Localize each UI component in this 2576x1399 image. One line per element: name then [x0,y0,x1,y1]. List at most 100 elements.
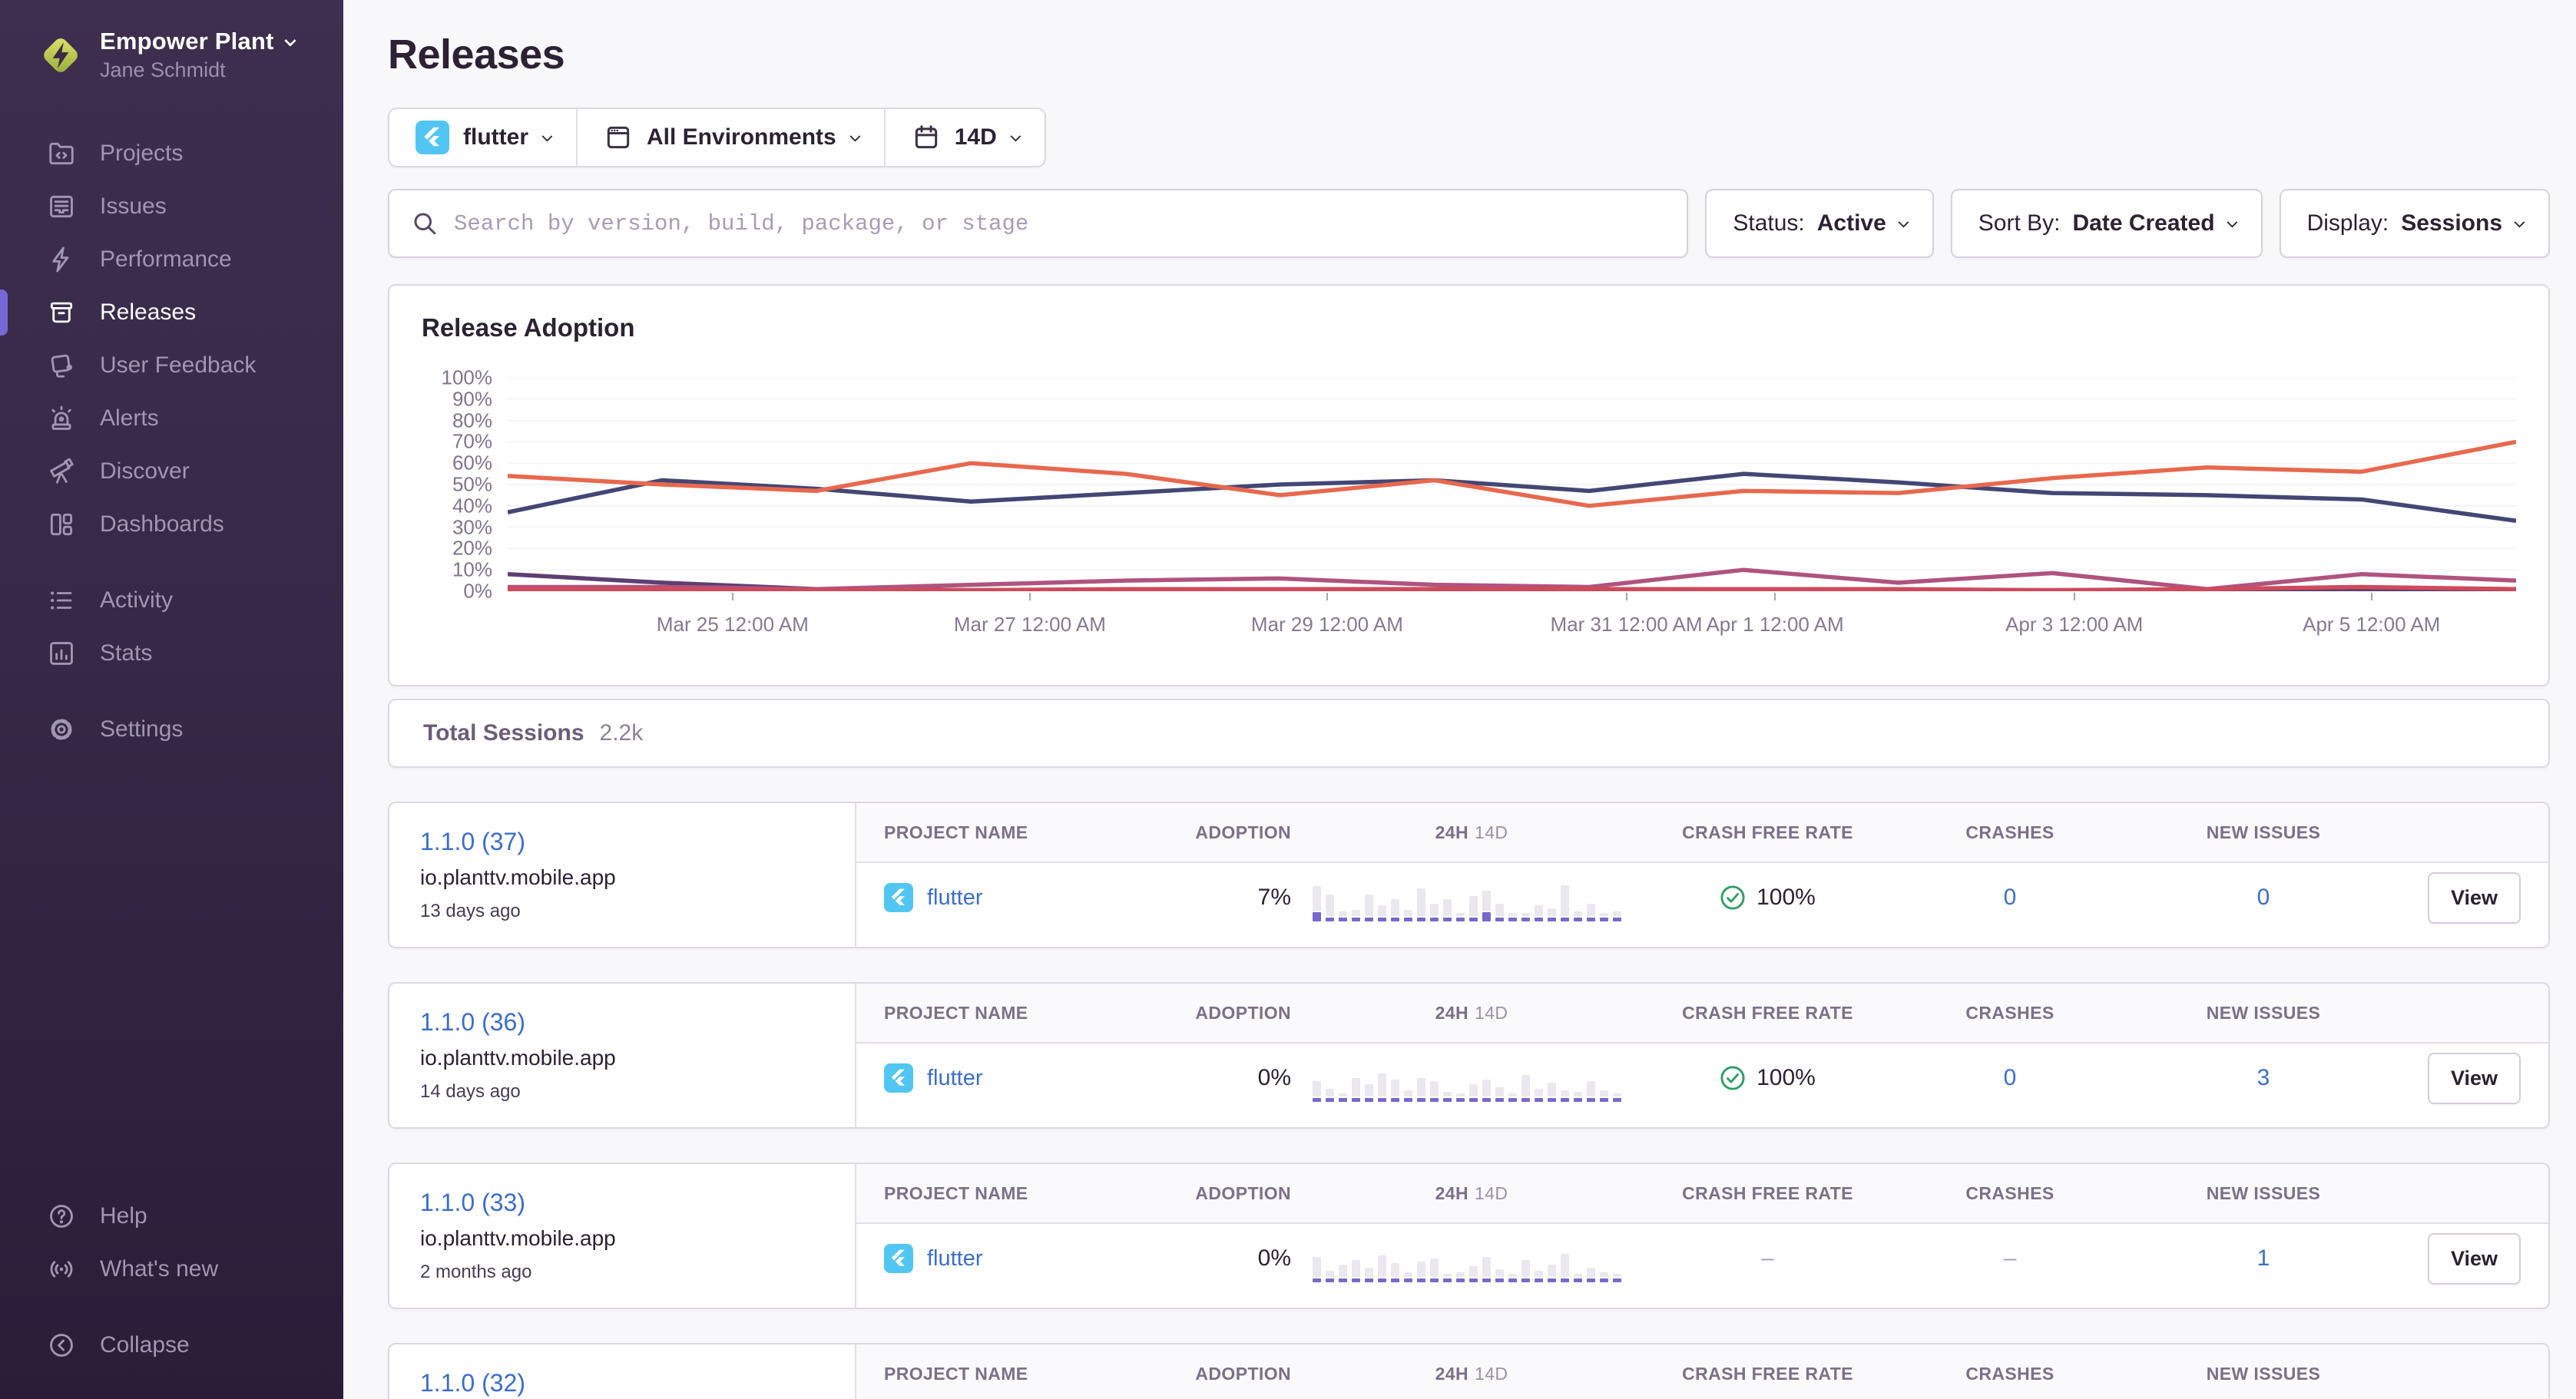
status-dropdown[interactable]: Status: Active [1705,189,1933,258]
col-new-issues: NEW ISSUES [2137,822,2390,843]
display-dropdown-label: Display: [2307,210,2389,236]
sort-by-dropdown[interactable]: Sort By: Date Created [1951,189,2263,258]
col-24h-14d: 24H14D [1291,822,1652,843]
status-dropdown-value: Active [1817,210,1886,236]
projects-icon [46,138,77,169]
col-crash-free-rate: CRASH FREE RATE [1652,1003,1883,1024]
chevron-down-icon [541,131,552,142]
y-tick-label: 0% [463,580,492,604]
sidebar-item-performance[interactable]: Performance [0,233,343,286]
project-link[interactable]: flutter [927,1066,983,1091]
col-project-name: PROJECT NAME [884,1364,1168,1384]
release-version-link[interactable]: 1.1.0 (37) [420,828,824,856]
project-filter[interactable]: flutter [389,109,576,166]
sidebar-item-help[interactable]: Help [0,1189,343,1242]
calendar-icon [912,123,941,152]
view-button[interactable]: View [2428,872,2521,924]
environment-filter[interactable]: All Environments [576,109,884,166]
crashes-link[interactable]: 0 [1883,885,2137,911]
table-header-row: PROJECT NAME ADOPTION 24H14D CRASH FREE … [856,984,2548,1043]
active-nav-indicator [0,289,8,336]
app-window: Empower Plant Jane Schmidt Projects [0,0,2576,1399]
lightning-icon [46,244,77,275]
sidebar-item-label: Discover [100,458,190,485]
search-icon [411,210,439,237]
release-adoption-card: Release Adoption 100%90%80%70%60%50%40%3… [388,284,2550,686]
sidebar-nav: Projects Issues Performance [0,127,343,756]
release-projects-table: PROJECT NAME ADOPTION 24H14D CRASH FREE … [855,1164,2548,1308]
sidebar-item-label: Settings [100,716,183,742]
x-tick-label: Mar 29 12:00 AM [1251,613,1403,637]
col-14d: 14D [1475,1003,1508,1023]
col-24h: 24H [1435,822,1468,842]
search-input[interactable] [454,211,1665,236]
sidebar-collapse-button[interactable]: Collapse [0,1318,343,1371]
chart-x-axis: Mar 25 12:00 AMMar 27 12:00 AMMar 29 12:… [508,604,2516,640]
display-dropdown[interactable]: Display: Sessions [2280,189,2550,258]
org-switcher[interactable]: Empower Plant Jane Schmidt [0,23,343,87]
flutter-project-icon [884,883,913,912]
col-crash-free-rate: CRASH FREE RATE [1652,822,1883,843]
no-data-dash: – [1883,1245,2137,1272]
release-card: 1.1.0 (37) io.planttv.mobile.app 13 days… [388,802,2550,948]
chart-title: Release Adoption [422,313,2516,342]
window-icon [604,123,633,152]
check-circle-icon [1720,1065,1746,1091]
gear-icon [46,714,77,745]
collapse-icon [46,1330,77,1361]
release-version-link[interactable]: 1.1.0 (36) [420,1008,824,1037]
new-issues-link[interactable]: 1 [2137,1245,2390,1272]
sidebar-item-activity[interactable]: Activity [0,574,343,627]
x-tick-label: Mar 31 12:00 AM [1551,613,1703,637]
sidebar-item-stats[interactable]: Stats [0,627,343,680]
release-version-link[interactable]: 1.1.0 (33) [420,1189,824,1217]
sidebar-item-issues[interactable]: Issues [0,180,343,233]
col-crashes: CRASHES [1883,1003,2137,1024]
issues-icon [46,191,77,222]
sidebar-item-label: Collapse [100,1332,190,1358]
sidebar-item-alerts[interactable]: Alerts [0,392,343,445]
crashes-link[interactable]: 0 [1883,1065,2137,1091]
x-tick-mark [2371,593,2372,600]
col-project-name: PROJECT NAME [884,822,1168,843]
new-issues-link[interactable]: 0 [2137,885,2390,911]
y-tick-label: 70% [452,430,492,454]
date-range-filter[interactable]: 14D [884,109,1045,166]
sidebar-item-label: Dashboards [100,511,224,537]
environment-filter-label: All Environments [647,124,836,150]
col-new-issues: NEW ISSUES [2137,1183,2390,1204]
release-version-link[interactable]: 1.1.0 (32) [420,1369,824,1397]
release-projects-table: PROJECT NAME ADOPTION 24H14D CRASH FREE … [855,984,2548,1127]
view-button[interactable]: View [2428,1053,2521,1104]
stats-icon [46,638,77,669]
org-name: Empower Plant [100,28,274,55]
sidebar-item-releases[interactable]: Releases [0,286,343,339]
y-tick-label: 80% [452,408,492,432]
sidebar-item-discover[interactable]: Discover [0,445,343,498]
col-14d: 14D [1475,1183,1508,1203]
sidebar-item-settings[interactable]: Settings [0,703,343,756]
sidebar-bottom: Help What's new [0,1189,343,1371]
sidebar-item-projects[interactable]: Projects [0,127,343,180]
x-tick-mark [1326,593,1328,600]
page-filter-bar: flutter All Environments [388,107,1046,167]
crash-free-rate-value: 100% [1757,885,1816,911]
table-row: flutter 7% 100% 0 0 View [856,863,2548,932]
y-tick-label: 40% [452,494,492,518]
y-tick-label: 100% [442,366,493,390]
x-tick-mark [1626,593,1627,600]
sidebar-item-dashboards[interactable]: Dashboards [0,498,343,551]
col-project-name: PROJECT NAME [884,1003,1168,1024]
view-button[interactable]: View [2428,1233,2521,1285]
sidebar-item-whats-new[interactable]: What's new [0,1242,343,1295]
col-crashes: CRASHES [1883,1183,2137,1204]
new-issues-link[interactable]: 3 [2137,1065,2390,1091]
release-age: 14 days ago [420,1081,824,1103]
project-link[interactable]: flutter [927,885,983,911]
col-24h-14d: 24H14D [1291,1003,1652,1024]
sidebar-item-user-feedback[interactable]: User Feedback [0,339,343,392]
x-tick-label: Apr 5 12:00 AM [2303,613,2440,637]
release-package: io.planttv.mobile.app [420,1046,824,1070]
project-link[interactable]: flutter [927,1246,983,1272]
col-crash-free-rate: CRASH FREE RATE [1652,1183,1883,1204]
